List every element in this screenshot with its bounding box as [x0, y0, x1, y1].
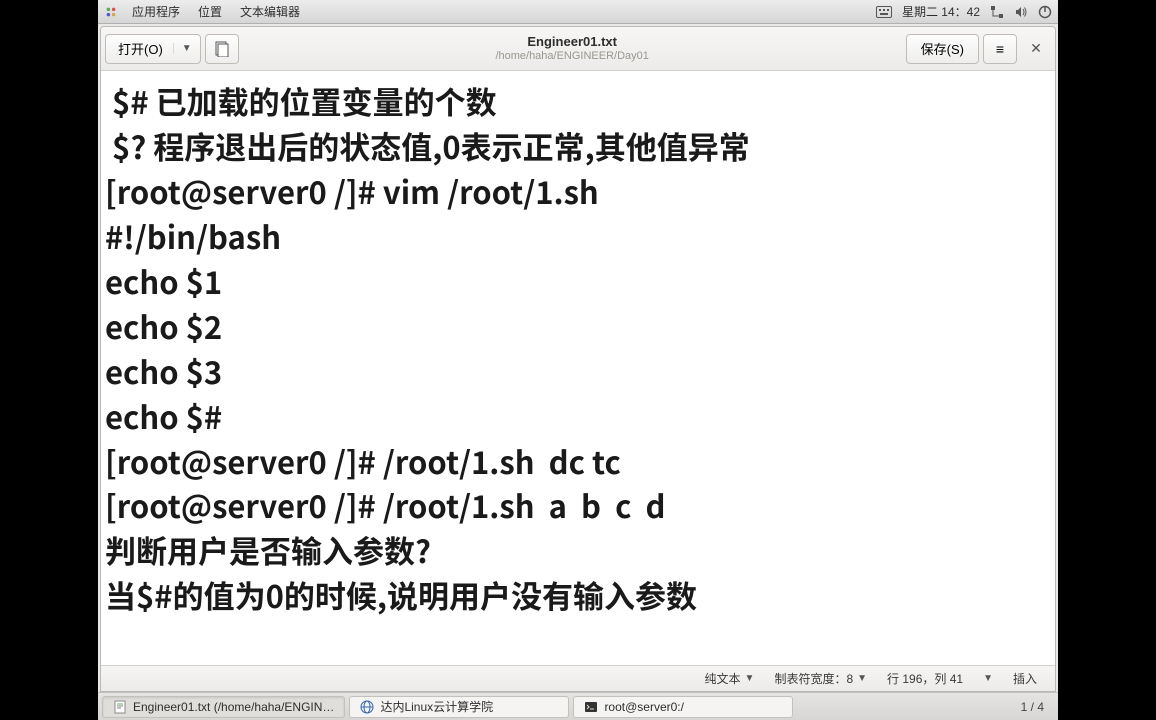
menu-places[interactable]: 位置 — [194, 3, 226, 20]
toolbar: 打开(O) ▼ Engineer01.txt /home/haha/ENGINE… — [101, 27, 1055, 71]
power-icon[interactable] — [1038, 5, 1052, 19]
insert-mode[interactable]: 插入 — [1007, 670, 1043, 687]
chevron-down-icon: ▼ — [857, 673, 867, 684]
open-button-label: 打开(O) — [106, 39, 173, 58]
volume-icon[interactable] — [1014, 5, 1028, 19]
taskbar-item-browser[interactable]: 达内Linux云计算学院 — [349, 696, 569, 718]
new-tab-button[interactable] — [205, 34, 239, 64]
taskbar-item-label: Engineer01.txt (/home/haha/ENGIN… — [133, 700, 334, 714]
cursor-position: 行 196，列 41 ▼ — [881, 670, 999, 687]
menu-applications[interactable]: 应用程序 — [128, 3, 184, 20]
taskbar: Engineer01.txt (/home/haha/ENGIN… 达内Linu… — [98, 692, 1058, 720]
top-panel: 应用程序 位置 文本编辑器 星期二 14：42 — [98, 0, 1058, 24]
taskbar-item-editor[interactable]: Engineer01.txt (/home/haha/ENGIN… — [102, 696, 345, 718]
close-button[interactable]: ✕ — [1021, 34, 1051, 64]
hamburger-icon: ≡ — [996, 41, 1004, 57]
keyboard-icon[interactable] — [876, 6, 892, 18]
workspace-pager[interactable]: 1 / 4 — [1011, 700, 1054, 714]
clock[interactable]: 星期二 14：42 — [902, 3, 980, 20]
taskbar-item-label: root@server0:/ — [604, 700, 684, 714]
document-title: Engineer01.txt — [243, 35, 902, 49]
title-area: Engineer01.txt /home/haha/ENGINEER/Day01 — [243, 35, 902, 61]
text-editor-icon — [113, 700, 127, 714]
taskbar-item-terminal[interactable]: root@server0:/ — [573, 696, 793, 718]
chevron-down-icon[interactable]: ▼ — [983, 673, 993, 684]
tab-width-selector[interactable]: 制表符宽度：8 ▼ — [768, 670, 873, 687]
chevron-down-icon: ▼ — [745, 673, 755, 684]
open-dropdown-arrow[interactable]: ▼ — [173, 43, 200, 54]
taskbar-item-label: 达内Linux云计算学院 — [380, 698, 493, 715]
open-button[interactable]: 打开(O) ▼ — [105, 34, 201, 64]
editor-area[interactable]: $# 已加载的位置变量的个数 $? 程序退出后的状态值,0表示正常,其他值异常 … — [101, 71, 1055, 665]
terminal-icon — [584, 700, 598, 714]
text-editor-window: 打开(O) ▼ Engineer01.txt /home/haha/ENGINE… — [100, 26, 1056, 692]
close-icon: ✕ — [1030, 40, 1042, 57]
save-button[interactable]: 保存(S) — [906, 34, 979, 64]
network-icon[interactable] — [990, 5, 1004, 19]
document-path: /home/haha/ENGINEER/Day01 — [243, 50, 902, 62]
syntax-selector[interactable]: 纯文本 ▼ — [699, 670, 761, 687]
globe-icon — [360, 700, 374, 714]
hamburger-menu-button[interactable]: ≡ — [983, 34, 1017, 64]
menu-text-editor[interactable]: 文本编辑器 — [236, 3, 304, 20]
activities-icon[interactable] — [104, 5, 118, 19]
statusbar: 纯文本 ▼ 制表符宽度：8 ▼ 行 196，列 41 ▼ 插入 — [101, 665, 1055, 691]
